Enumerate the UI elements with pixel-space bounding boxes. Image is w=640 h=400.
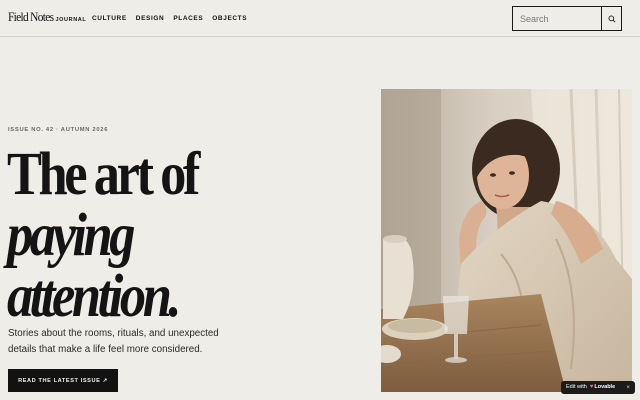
headline-line-3: attention. — [7, 263, 182, 330]
nav-item-design[interactable]: DESIGN — [136, 14, 165, 23]
nav-item-culture[interactable]: CULTURE — [92, 14, 127, 23]
search-input[interactable] — [513, 7, 601, 30]
read-latest-issue-button[interactable]: READ THE LATEST ISSUE ↗ — [8, 369, 118, 392]
brand-subtitle: JOURNAL — [55, 17, 87, 23]
headline-line-1: The art of — [7, 141, 200, 208]
nav-item-objects[interactable]: OBJECTS — [212, 14, 247, 23]
hero-photo-illustration — [381, 89, 632, 392]
nav-item-places[interactable]: PLACES — [173, 14, 203, 23]
hero-photo — [381, 89, 632, 392]
badge-brand: Lovable — [594, 384, 616, 390]
brand-logo: Field Notes — [8, 9, 54, 24]
headline-line-2: paying — [7, 202, 136, 269]
search-box — [512, 6, 622, 31]
site-header: Field Notes JOURNAL CULTURE DESIGN PLACE… — [0, 0, 640, 37]
hero-headline: The art of paying attention. — [7, 144, 367, 327]
search-button[interactable] — [601, 7, 621, 30]
hero-lede: Stories about the rooms, rituals, and un… — [8, 328, 219, 355]
badge-prefix: Edit with — [566, 384, 587, 390]
close-icon[interactable]: × — [626, 381, 630, 394]
edit-with-lovable-badge[interactable]: Edit with ♥ Lovable × — [561, 381, 635, 394]
brand-logo-link[interactable]: Field Notes JOURNAL — [8, 10, 86, 27]
main-nav: CULTURE DESIGN PLACES OBJECTS — [92, 14, 247, 23]
issue-eyebrow: ISSUE NO. 42 · AUTUMN 2026 — [8, 127, 109, 133]
lovable-heart-icon: ♥ — [589, 384, 594, 390]
search-icon — [608, 15, 616, 23]
